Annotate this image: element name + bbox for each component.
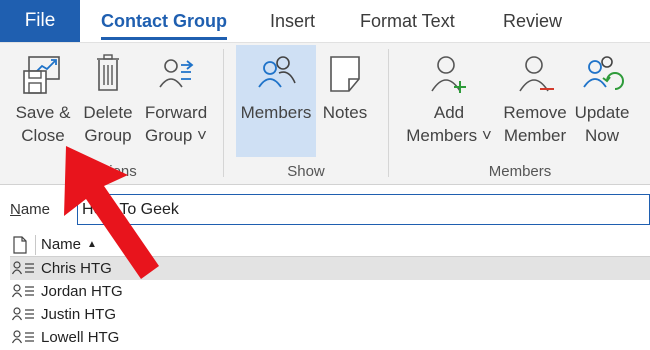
actions-group-label: ions bbox=[109, 163, 137, 180]
update-members-icon bbox=[579, 49, 625, 99]
add-members-label-1: Add bbox=[433, 103, 465, 122]
tab-file[interactable]: File bbox=[0, 0, 80, 42]
notes-button[interactable]: Notes bbox=[318, 45, 372, 157]
show-group-label: Show bbox=[287, 163, 325, 180]
tab-contact-group[interactable]: Contact Group bbox=[101, 0, 227, 42]
members-button[interactable]: Members bbox=[236, 45, 316, 157]
contact-icon bbox=[12, 261, 34, 275]
save-close-icon bbox=[20, 49, 66, 99]
list-header: Name ▲ bbox=[10, 233, 650, 257]
forward-group-label-1: Forward bbox=[144, 103, 208, 122]
add-members-button[interactable]: Add Members ˅ bbox=[403, 45, 495, 157]
contact-icon bbox=[12, 284, 34, 298]
list-item[interactable]: Chris HTG bbox=[10, 257, 650, 280]
members-label: Members bbox=[240, 103, 312, 122]
contact-icon bbox=[12, 307, 34, 321]
update-now-button[interactable]: Update Now bbox=[570, 45, 634, 157]
update-now-label-1: Update bbox=[574, 103, 630, 122]
name-label-rest: ame bbox=[20, 201, 51, 218]
name-field-label: Name bbox=[10, 201, 50, 218]
notes-label: Notes bbox=[322, 103, 368, 122]
ribbon-tab-bar: File Contact Group Insert Format Text Re… bbox=[0, 0, 650, 42]
member-name: Chris HTG bbox=[41, 260, 112, 277]
save-close-button[interactable]: Save & Close bbox=[8, 45, 78, 157]
contact-icon bbox=[12, 330, 34, 344]
delete-group-label-1: Delete bbox=[83, 103, 133, 122]
column-divider bbox=[35, 235, 36, 255]
remove-member-button[interactable]: Remove Member bbox=[500, 45, 570, 157]
save-close-label-2: Close bbox=[21, 126, 65, 145]
member-name: Lowell HTG bbox=[41, 329, 120, 346]
column-header-name[interactable]: Name bbox=[41, 236, 81, 253]
delete-group-button[interactable]: Delete Group bbox=[80, 45, 136, 157]
members-group-label: Members bbox=[488, 163, 552, 180]
forward-group-button[interactable]: Forward Group ˅ bbox=[139, 45, 213, 157]
forward-group-label-2: Group ˅ bbox=[145, 126, 207, 145]
group-divider bbox=[223, 49, 224, 177]
member-name: Justin HTG bbox=[41, 306, 117, 323]
remove-member-label-2: Member bbox=[503, 126, 567, 145]
member-name: Jordan HTG bbox=[41, 283, 123, 300]
remove-member-icon bbox=[512, 49, 558, 99]
notes-icon bbox=[322, 49, 368, 99]
forward-group-icon bbox=[153, 49, 199, 99]
list-item[interactable]: Justin HTG bbox=[10, 303, 650, 326]
delete-group-label-2: Group bbox=[84, 126, 132, 145]
list-item[interactable]: Jordan HTG bbox=[10, 280, 650, 303]
add-member-icon bbox=[426, 49, 472, 99]
save-close-label-1: Save & bbox=[15, 103, 71, 122]
sort-ascending-icon: ▲ bbox=[87, 239, 97, 250]
ribbon: Save & Close Delete Group Forward Group ˅ i… bbox=[0, 42, 650, 185]
members-icon bbox=[253, 49, 299, 99]
remove-member-label-1: Remove bbox=[503, 103, 567, 122]
tab-review[interactable]: Review bbox=[503, 0, 562, 42]
tab-insert[interactable]: Insert bbox=[270, 0, 315, 42]
members-list: Name ▲ Chris HTG Jordan HTG Justin HTG Lowe… bbox=[10, 233, 650, 350]
name-label-accesskey: N bbox=[10, 201, 21, 218]
list-item[interactable]: Lowell HTG bbox=[10, 326, 650, 349]
document-icon bbox=[13, 236, 27, 254]
group-divider bbox=[388, 49, 389, 177]
add-members-label-2: Members ˅ bbox=[406, 126, 492, 145]
update-now-label-2: Now bbox=[584, 126, 619, 145]
tab-format-text[interactable]: Format Text bbox=[360, 0, 455, 42]
group-name-input[interactable] bbox=[77, 194, 650, 225]
trash-icon bbox=[85, 49, 131, 99]
